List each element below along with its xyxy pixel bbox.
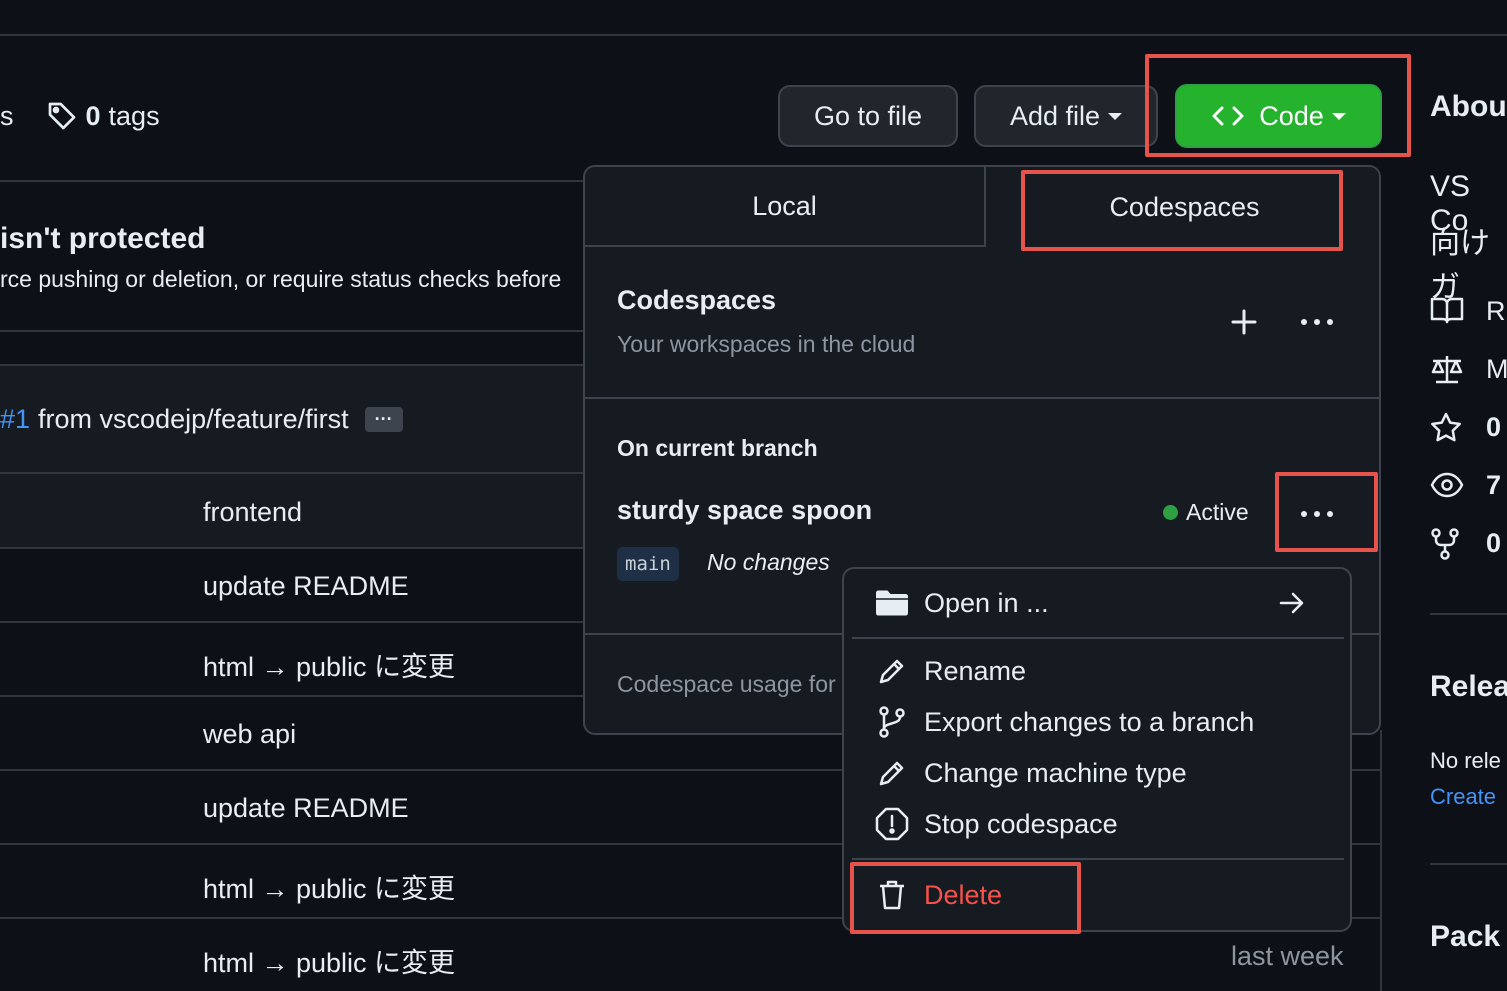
delete-highlight [850, 862, 1081, 934]
sidebar-divider [1430, 613, 1507, 615]
license-link[interactable]: M [1486, 354, 1507, 385]
git-branch-icon [874, 706, 910, 738]
changes-label: No changes [707, 549, 830, 575]
status-label: Active [1186, 499, 1249, 525]
active-dot-icon [1163, 505, 1178, 520]
branch-notice-title: isn't protected [0, 222, 206, 255]
menu-label: Stop codespace [924, 808, 1118, 839]
commit-message[interactable]: update README [203, 793, 409, 824]
folder-icon [874, 589, 910, 617]
plus-icon[interactable] [1229, 307, 1259, 337]
readme-link[interactable]: R [1486, 296, 1506, 327]
book-icon [1430, 296, 1464, 324]
forks-count[interactable]: 0 [1486, 528, 1501, 559]
watchers-count[interactable]: 7 [1486, 470, 1501, 501]
eye-icon [1430, 472, 1464, 498]
section-title: On current branch [617, 435, 818, 461]
menu-item-stop[interactable]: Stop codespace [874, 804, 1118, 844]
commit-message[interactable]: frontend [203, 497, 302, 528]
about-title: Abou [1430, 90, 1507, 123]
commit-message[interactable]: update README [203, 571, 409, 602]
releases-title[interactable]: Relea [1430, 670, 1507, 704]
menu-label: Open in ... [924, 587, 1049, 618]
packages-title[interactable]: Pack [1430, 920, 1500, 954]
stop-icon [874, 807, 910, 841]
divider [0, 547, 583, 549]
code-button-highlight [1145, 54, 1411, 157]
go-to-file-label: Go to file [813, 100, 923, 131]
tab-local-label: Local [752, 190, 817, 221]
tab-local[interactable]: Local [585, 167, 986, 247]
codespaces-tab-highlight [1021, 170, 1343, 251]
kebab-horizontal-icon[interactable] [1299, 315, 1335, 329]
codespace-status: Active [1163, 499, 1249, 526]
usage-text: Codespace usage for [617, 671, 836, 697]
codespaces-title: Codespaces [617, 285, 777, 315]
no-releases-text: No rele [1430, 748, 1501, 773]
top-border [0, 34, 1507, 36]
tag-icon [46, 100, 78, 132]
pr-link[interactable]: #1 [0, 404, 30, 435]
divider [0, 695, 583, 697]
caret-down-icon [1108, 112, 1123, 120]
commit-from-text[interactable]: from vscodejp/feature/first [38, 404, 349, 435]
commit-message[interactable]: html → public に変更 [203, 645, 455, 684]
menu-label: Export changes to a branch [924, 706, 1255, 737]
add-file-button[interactable]: Add file [974, 85, 1158, 147]
fork-icon [1430, 528, 1460, 560]
go-to-file-button[interactable]: Go to file [778, 85, 958, 147]
codespace-name[interactable]: sturdy space spoon [617, 495, 872, 526]
commit-message[interactable]: html → public に変更 [203, 941, 455, 980]
star-icon [1430, 412, 1462, 442]
commit-time: last week [1231, 941, 1344, 971]
refs-row: s 0 tags [0, 96, 160, 136]
table-border [1380, 730, 1382, 991]
menu-item-rename[interactable]: Rename [874, 651, 1026, 691]
menu-item-open-in[interactable]: Open in ... [874, 583, 1324, 623]
branch-label: main [617, 547, 679, 581]
menu-label: Rename [924, 655, 1027, 686]
tags-count[interactable]: 0 [86, 101, 101, 132]
menu-label: Change machine type [924, 757, 1187, 788]
branches-fragment[interactable]: s [0, 101, 14, 132]
menu-item-export[interactable]: Export changes to a branch [874, 702, 1254, 742]
menu-separator [852, 637, 1344, 639]
commit-message[interactable]: html → public に変更 [203, 867, 455, 906]
pencil-icon [874, 656, 910, 686]
divider [0, 330, 583, 332]
divider [0, 621, 583, 623]
add-file-label: Add file [1009, 100, 1101, 131]
commit-expand-button[interactable]: ··· [364, 407, 403, 432]
sidebar-divider [1430, 863, 1507, 865]
about-description-line2: 向けガ [1430, 227, 1490, 304]
commit-message[interactable]: web api [203, 719, 296, 750]
tags-label[interactable]: tags [109, 101, 160, 132]
menu-item-change-machine[interactable]: Change machine type [874, 753, 1187, 793]
stars-count[interactable]: 0 [1486, 412, 1501, 443]
panel-divider [585, 397, 1379, 399]
kebab-highlight [1275, 472, 1378, 552]
divider [0, 180, 583, 182]
law-icon [1430, 354, 1464, 384]
create-release-link[interactable]: Create [1430, 784, 1496, 810]
pencil-icon [874, 758, 910, 788]
arrow-right-icon [1274, 592, 1310, 614]
branch-notice-desc: rce pushing or deletion, or require stat… [0, 266, 562, 292]
menu-separator [852, 858, 1344, 860]
codespaces-subtitle: Your workspaces in the cloud [617, 331, 916, 357]
latest-commit-message: #1 from vscodejp/feature/first ··· [0, 404, 403, 435]
